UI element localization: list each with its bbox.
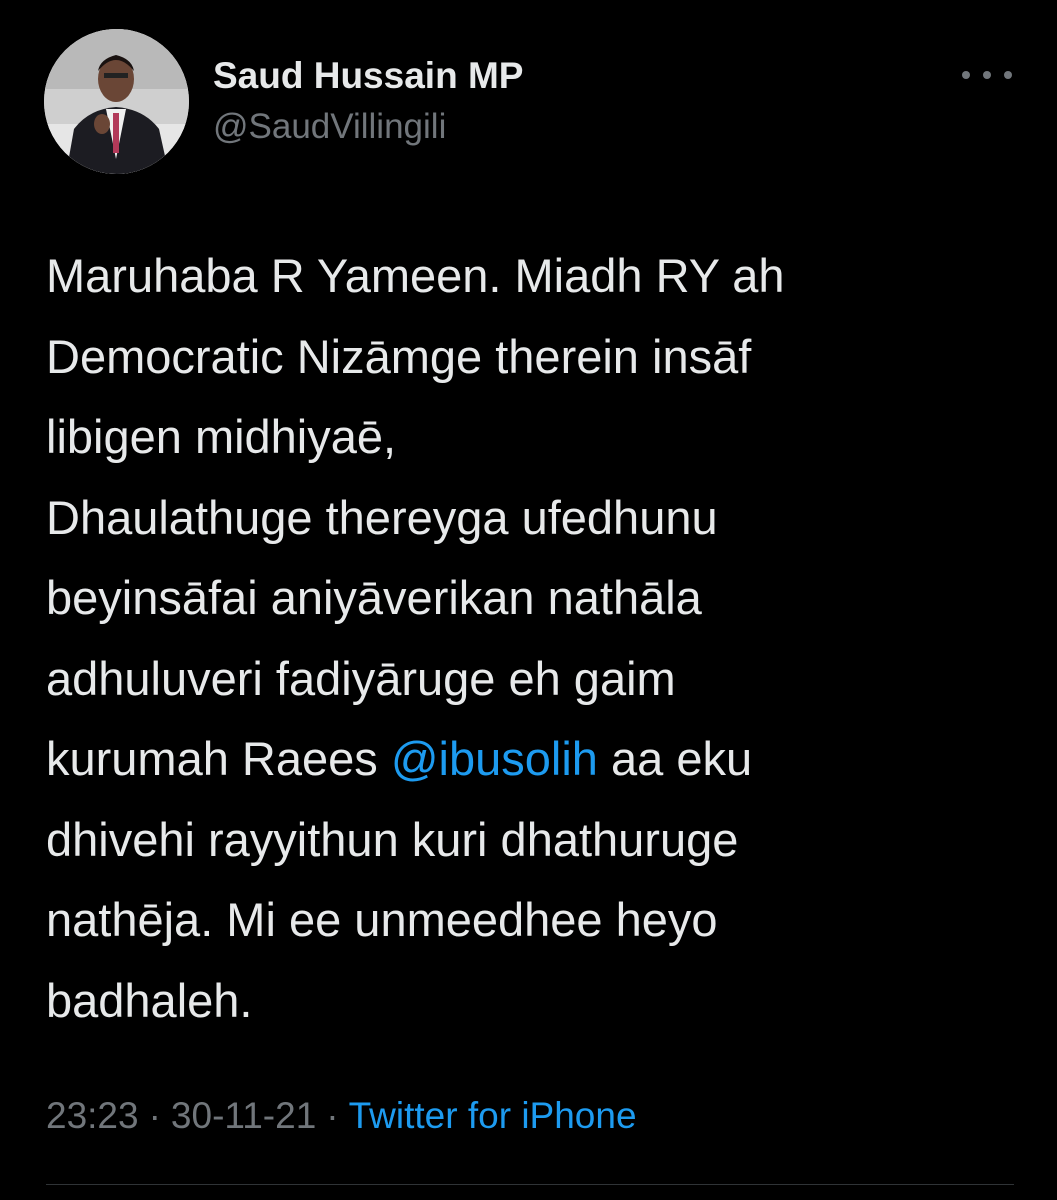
dot <box>983 71 991 79</box>
tweet-source-link[interactable]: Twitter for iPhone <box>349 1095 637 1136</box>
tweet-line: Dhaulathuge thereyga ufedhunu <box>46 490 718 544</box>
tweet-line: libigen midhiyaē, <box>46 410 397 463</box>
tweet-line: badhaleh. <box>46 973 253 1027</box>
tweet-card: Saud Hussain MP @SaudVillingili Maruhaba… <box>0 0 1057 1200</box>
tweet-line: adhuluveri fadiyāruge eh gaim <box>46 651 676 705</box>
tweet-text-fragment: kurumah Raees <box>46 732 391 785</box>
tweet-line: dhivehi rayyithun kuri dhathuruge <box>46 812 739 866</box>
divider <box>46 1184 1014 1185</box>
tweet-line-with-mention: kurumah Raees @ibusolih aa eku <box>46 719 1036 800</box>
dot <box>962 71 970 79</box>
avatar[interactable] <box>44 29 189 174</box>
dot <box>1004 71 1012 79</box>
tweet-line: nathēja. Mi ee unmeedhee heyo <box>46 893 718 946</box>
mention-link[interactable]: @ibusolih <box>391 732 598 785</box>
tweet-line: Democratic Nizāmge therein insāf <box>46 329 752 383</box>
author-name[interactable]: Saud Hussain MP <box>213 55 523 97</box>
tweet-line: Maruhaba R Yameen. Miadh RY ah <box>46 249 785 302</box>
meta-separator: · <box>148 1095 161 1136</box>
tweet-meta: 23:23 · 30-11-21 · Twitter for iPhone <box>46 1095 637 1137</box>
author-handle[interactable]: @SaudVillingili <box>213 107 446 147</box>
tweet-line: beyinsāfai aniyāverikan nathāla <box>46 571 702 624</box>
more-horizontal-icon[interactable] <box>962 60 1012 90</box>
meta-separator: · <box>326 1095 339 1136</box>
tweet-date[interactable]: 30-11-21 <box>171 1095 316 1136</box>
tweet-time[interactable]: 23:23 <box>46 1095 139 1136</box>
tweet-text: Maruhaba R Yameen. Miadh RY ah Democrati… <box>46 236 1036 1041</box>
tweet-text-fragment: aa eku <box>597 732 753 785</box>
